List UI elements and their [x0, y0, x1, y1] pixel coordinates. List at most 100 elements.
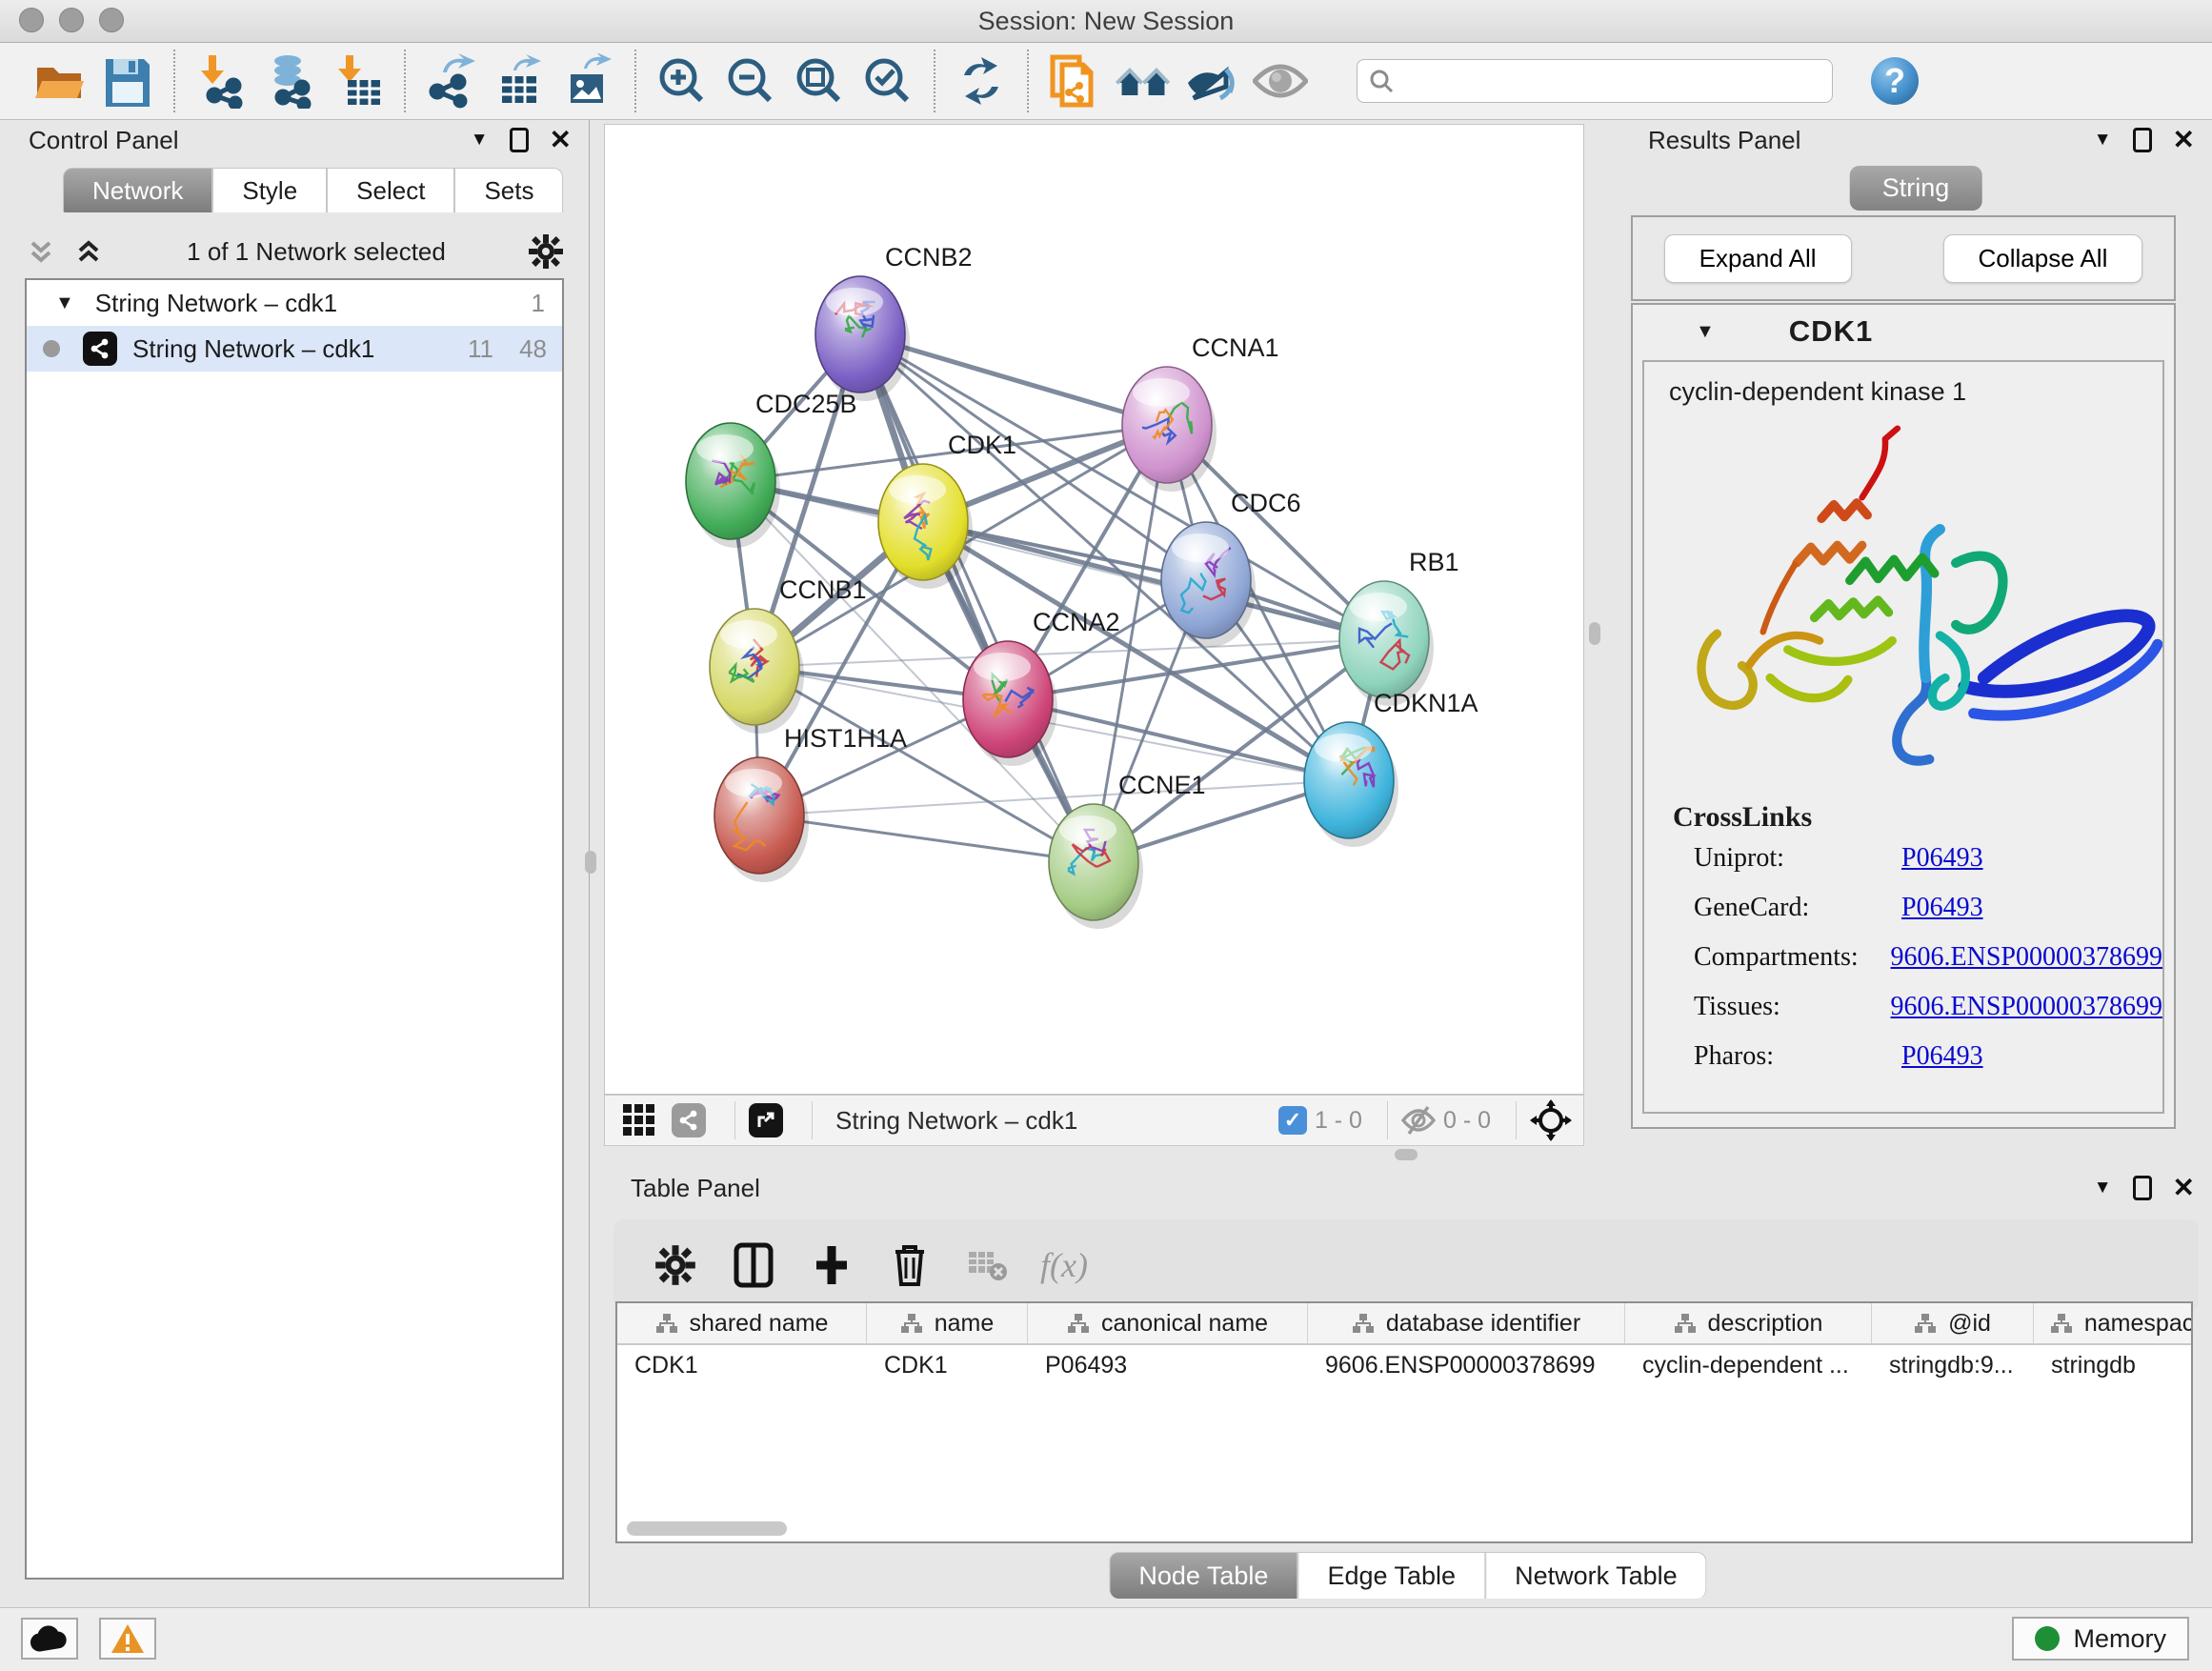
first-neighbors-button[interactable]	[1116, 53, 1171, 109]
minimize-window-button[interactable]	[59, 8, 84, 32]
expand-all-button[interactable]: Expand All	[1664, 234, 1852, 283]
traffic-lights[interactable]	[19, 8, 124, 32]
table-settings-button[interactable]	[648, 1238, 703, 1293]
zoom-window-button[interactable]	[99, 8, 124, 32]
memory-button[interactable]: Memory	[2012, 1617, 2189, 1661]
horizontal-scrollbar[interactable]	[627, 1521, 787, 1536]
node-ccne1[interactable]: CCNE1	[1049, 771, 1206, 929]
zoom-out-button[interactable]	[723, 53, 778, 109]
panel-close-icon[interactable]: ✕	[2173, 1176, 2195, 1200]
tab-select[interactable]: Select	[327, 168, 454, 212]
create-column-button[interactable]	[804, 1238, 859, 1293]
node-ccna1[interactable]: CCNA1	[1122, 333, 1279, 492]
export-image-button[interactable]	[561, 53, 616, 109]
table-cell[interactable]: 9606.ENSP00000378699	[1308, 1345, 1625, 1385]
node-cdkn1a[interactable]: CDKN1A	[1304, 689, 1478, 847]
open-file-button[interactable]	[31, 53, 87, 109]
column-header-name[interactable]: name	[867, 1303, 1028, 1343]
table-row[interactable]: CDK1CDK1P064939606.ENSP00000378699cyclin…	[617, 1345, 2191, 1385]
zoom-fit-button[interactable]	[792, 53, 847, 109]
network-collection-row[interactable]: ▼ String Network – cdk1 1	[27, 280, 562, 326]
open-in-window-icon[interactable]	[749, 1103, 783, 1137]
edge[interactable]	[759, 815, 1094, 862]
edge[interactable]	[860, 334, 1094, 862]
search-input[interactable]	[1403, 67, 1820, 96]
node-ccnb1[interactable]: CCNB1	[710, 575, 867, 734]
tab-network-table[interactable]: Network Table	[1485, 1552, 1707, 1599]
table-cell[interactable]: CDK1	[867, 1345, 1028, 1385]
column-header-database-identifier[interactable]: database identifier	[1308, 1303, 1625, 1343]
expand-all-icon[interactable]	[72, 235, 105, 268]
delete-column-button[interactable]	[882, 1238, 937, 1293]
column-header-namespace[interactable]: namespace	[2034, 1303, 2193, 1343]
tab-string[interactable]: String	[1850, 166, 1982, 211]
node-rb1[interactable]: RB1	[1339, 548, 1459, 706]
import-network-file-button[interactable]	[193, 53, 249, 109]
panel-menu-icon[interactable]: ▼	[471, 130, 489, 151]
column-header--id[interactable]: @id	[1872, 1303, 2034, 1343]
node-table[interactable]: shared namenamecanonical namedatabase id…	[615, 1301, 2193, 1543]
show-all-button[interactable]	[1253, 53, 1308, 109]
clone-network-button[interactable]	[1047, 53, 1102, 109]
function-builder-button[interactable]: f(x)	[1040, 1245, 1088, 1285]
node-ccnb2[interactable]: CCNB2	[815, 243, 973, 401]
tab-network[interactable]: Network	[63, 168, 212, 212]
table-cell[interactable]: stringdb	[2034, 1345, 2193, 1385]
import-table-file-button[interactable]	[331, 53, 386, 109]
close-window-button[interactable]	[19, 8, 44, 32]
node-hist1h1a[interactable]: HIST1H1A	[714, 724, 907, 882]
panel-close-icon[interactable]: ✕	[2173, 128, 2195, 152]
save-session-button[interactable]	[100, 53, 155, 109]
grid-view-icon[interactable]	[620, 1101, 658, 1139]
network-overview-icon[interactable]	[672, 1103, 706, 1137]
network-graph[interactable]: CCNB2CCNA1CDC25BCDK1CDC6RB1CCNB1CCNA2CDK…	[605, 125, 1583, 1094]
vertical-splitter-handle[interactable]	[585, 851, 596, 874]
edge[interactable]	[923, 522, 1384, 639]
birdseye-view-icon[interactable]	[1530, 1099, 1572, 1141]
table-cell[interactable]: stringdb:9...	[1872, 1345, 2034, 1385]
panel-float-icon[interactable]	[510, 128, 529, 152]
disclosure-triangle-icon[interactable]: ▼	[55, 292, 74, 314]
panel-menu-icon[interactable]: ▼	[2094, 130, 2112, 151]
cloud-button[interactable]	[21, 1618, 78, 1660]
column-header-shared-name[interactable]: shared name	[617, 1303, 867, 1343]
warnings-button[interactable]	[99, 1618, 156, 1660]
panel-float-icon[interactable]	[2133, 128, 2152, 152]
export-network-button[interactable]	[424, 53, 479, 109]
delete-table-button[interactable]	[960, 1238, 1016, 1293]
panel-float-icon[interactable]	[2133, 1176, 2152, 1200]
gear-icon[interactable]	[528, 233, 564, 270]
edge[interactable]	[1008, 699, 1349, 780]
tab-style[interactable]: Style	[212, 168, 327, 212]
panel-close-icon[interactable]: ✕	[550, 128, 572, 152]
network-row[interactable]: String Network – cdk1 11 48	[27, 326, 562, 372]
network-canvas[interactable]: CCNB2CCNA1CDC25BCDK1CDC6RB1CCNB1CCNA2CDK…	[604, 124, 1584, 1095]
crosslink-link[interactable]: 9606.ENSP00000378699	[1891, 942, 2162, 973]
horizontal-splitter-handle[interactable]	[1395, 1149, 1418, 1160]
tab-sets[interactable]: Sets	[454, 168, 563, 212]
collapse-all-icon[interactable]	[25, 235, 57, 268]
zoom-selected-button[interactable]	[860, 53, 915, 109]
table-cell[interactable]: cyclin-dependent ...	[1625, 1345, 1872, 1385]
hide-selected-button[interactable]	[1184, 53, 1239, 109]
help-button[interactable]: ?	[1867, 53, 1922, 109]
refresh-button[interactable]	[954, 53, 1009, 109]
import-network-database-button[interactable]	[262, 53, 317, 109]
crosslink-link[interactable]: 9606.ENSP00000378699	[1891, 992, 2162, 1022]
column-header-description[interactable]: description	[1625, 1303, 1872, 1343]
selected-count-checkbox-icon[interactable]: ✓	[1278, 1106, 1307, 1135]
column-header-canonical-name[interactable]: canonical name	[1028, 1303, 1308, 1343]
table-cell[interactable]: P06493	[1028, 1345, 1308, 1385]
crosslink-link[interactable]: P06493	[1901, 843, 1983, 874]
export-table-button[interactable]	[493, 53, 548, 109]
panel-menu-icon[interactable]: ▼	[2094, 1178, 2112, 1198]
collapse-all-button[interactable]: Collapse All	[1943, 234, 2143, 283]
table-cell[interactable]: CDK1	[617, 1345, 867, 1385]
zoom-in-button[interactable]	[654, 53, 710, 109]
tab-node-table[interactable]: Node Table	[1109, 1552, 1297, 1599]
node-cdc6[interactable]: CDC6	[1161, 489, 1301, 647]
search-field[interactable]	[1357, 59, 1833, 103]
disclosure-triangle-icon[interactable]: ▼	[1696, 321, 1715, 343]
show-column-button[interactable]	[726, 1238, 781, 1293]
tab-edge-table[interactable]: Edge Table	[1297, 1552, 1485, 1599]
